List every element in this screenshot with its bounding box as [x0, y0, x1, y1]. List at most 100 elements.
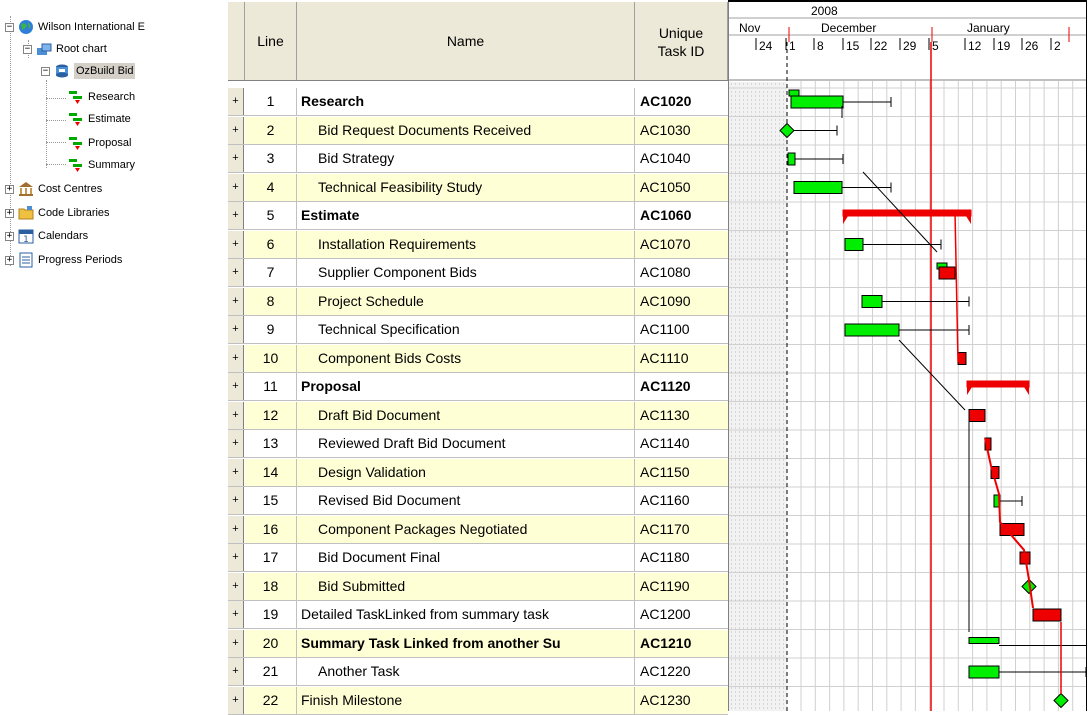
expand-icon[interactable]: + — [5, 208, 14, 218]
row-task-name[interactable]: Bid Submitted — [297, 572, 635, 600]
row-unique-task-id[interactable]: AC1090 — [635, 287, 728, 315]
row-unique-task-id[interactable]: AC1140 — [635, 430, 728, 457]
row-unique-task-id[interactable]: AC1190 — [635, 572, 728, 600]
row-unique-task-id[interactable]: AC1170 — [635, 515, 728, 543]
row-unique-task-id[interactable]: AC1200 — [635, 601, 728, 628]
tree-root[interactable]: − Wilson International E — [5, 19, 145, 35]
column-header-name[interactable]: Name — [297, 2, 635, 80]
row-unique-task-id[interactable]: AC1060 — [635, 202, 728, 229]
row-expand-button[interactable]: + — [228, 173, 244, 201]
tree-item-progress-periods[interactable]: + Progress Periods — [5, 252, 122, 268]
gantt-chart[interactable]: 2008 Nov December January 24 1 8 15 22 29 5 12 19 26 2 — [728, 2, 1086, 711]
table-row[interactable]: +8 Project Schedule AC1090 — [228, 287, 728, 316]
row-unique-task-id[interactable]: AC1070 — [635, 230, 728, 258]
tree-item-estimate[interactable]: Estimate — [68, 111, 131, 127]
row-task-name[interactable]: Technical Specification — [297, 316, 635, 343]
row-task-name[interactable]: Finish Milestone — [297, 686, 635, 714]
row-task-name[interactable]: Reviewed Draft Bid Document — [297, 430, 635, 457]
row-task-name[interactable]: Bid Document Final — [297, 544, 635, 571]
row-task-name[interactable]: Another Task — [297, 658, 635, 685]
table-row[interactable]: +18 Bid Submitted AC1190 — [228, 572, 728, 601]
collapse-icon[interactable]: − — [41, 66, 50, 76]
row-task-name[interactable]: Technical Feasibility Study — [297, 173, 635, 201]
table-row[interactable]: +11 Proposal AC1120 — [228, 373, 728, 401]
row-expand-button[interactable]: + — [228, 572, 244, 600]
row-task-name[interactable]: Estimate — [297, 202, 635, 229]
collapse-icon[interactable]: − — [23, 44, 32, 54]
row-unique-task-id[interactable]: AC1150 — [635, 458, 728, 486]
row-task-name[interactable]: Installation Requirements — [297, 230, 635, 258]
tree-item-code-libraries[interactable]: + Code Libraries — [5, 205, 110, 221]
table-row[interactable]: +19 Detailed TaskLinked from summary task… — [228, 601, 728, 629]
row-expand-button[interactable]: + — [228, 202, 244, 229]
row-unique-task-id[interactable]: AC1180 — [635, 544, 728, 571]
row-task-name[interactable]: Component Packages Negotiated — [297, 515, 635, 543]
row-unique-task-id[interactable]: AC1220 — [635, 658, 728, 685]
row-expand-button[interactable]: + — [228, 658, 244, 685]
table-row[interactable]: +6 Installation Requirements AC1070 — [228, 230, 728, 259]
row-unique-task-id[interactable]: AC1110 — [635, 344, 728, 372]
table-row[interactable]: +13 Reviewed Draft Bid Document AC1140 — [228, 430, 728, 458]
row-unique-task-id[interactable]: AC1050 — [635, 173, 728, 201]
row-unique-task-id[interactable]: AC1100 — [635, 316, 728, 343]
row-task-name[interactable]: Bid Strategy — [297, 145, 635, 172]
table-row[interactable]: +5 Estimate AC1060 — [228, 202, 728, 230]
row-expand-button[interactable]: + — [228, 515, 244, 543]
row-task-name[interactable]: Proposal — [297, 373, 635, 400]
table-row[interactable]: +4 Technical Feasibility Study AC1050 — [228, 173, 728, 202]
tree-item-root-chart[interactable]: − Root chart — [23, 41, 107, 57]
row-expand-button[interactable]: + — [228, 145, 244, 172]
expand-icon[interactable]: + — [5, 255, 14, 265]
column-header-line[interactable]: Line — [245, 2, 297, 80]
row-unique-task-id[interactable]: AC1020 — [635, 88, 728, 115]
row-task-name[interactable]: Design Validation — [297, 458, 635, 486]
row-unique-task-id[interactable]: AC1210 — [635, 629, 728, 657]
row-task-name[interactable]: Research — [297, 88, 635, 115]
table-row[interactable]: +14 Design Validation AC1150 — [228, 458, 728, 487]
row-expand-button[interactable]: + — [228, 230, 244, 258]
table-row[interactable]: +16 Component Packages Negotiated AC1170 — [228, 515, 728, 544]
row-unique-task-id[interactable]: AC1030 — [635, 116, 728, 144]
table-row[interactable]: +22 Finish Milestone AC1230 — [228, 686, 728, 715]
table-row[interactable]: +12 Draft Bid Document AC1130 — [228, 401, 728, 430]
row-expand-button[interactable]: + — [228, 629, 244, 657]
row-task-name[interactable]: Detailed TaskLinked from summary task — [297, 601, 635, 628]
row-expand-button[interactable]: + — [228, 88, 244, 115]
collapse-icon[interactable]: − — [5, 22, 14, 32]
row-unique-task-id[interactable]: AC1130 — [635, 401, 728, 429]
row-task-name[interactable]: Supplier Component Bids — [297, 259, 635, 286]
table-row[interactable]: +9 Technical Specification AC1100 — [228, 316, 728, 344]
table-row[interactable]: +3 Bid Strategy AC1040 — [228, 145, 728, 173]
expand-icon[interactable]: + — [5, 184, 14, 194]
row-unique-task-id[interactable]: AC1120 — [635, 373, 728, 400]
row-expand-button[interactable]: + — [228, 373, 244, 400]
tree-item-calendars[interactable]: + 1 Calendars — [5, 228, 88, 244]
column-header-unique-task-id[interactable]: Unique Task ID — [635, 2, 728, 80]
row-expand-button[interactable]: + — [228, 458, 244, 486]
row-expand-button[interactable]: + — [228, 487, 244, 514]
row-expand-button[interactable]: + — [228, 430, 244, 457]
table-row[interactable]: +1 Research AC1020 — [228, 88, 728, 116]
table-row[interactable]: +15 Revised Bid Document AC1160 — [228, 487, 728, 515]
row-task-name[interactable]: Component Bids Costs — [297, 344, 635, 372]
row-task-name[interactable]: Project Schedule — [297, 287, 635, 315]
tree-item-summary[interactable]: Summary — [68, 157, 135, 173]
task-grid[interactable]: Line Name Unique Task ID +1 Research AC102… — [228, 0, 728, 715]
row-expand-button[interactable]: + — [228, 116, 244, 144]
table-row[interactable]: +7 Supplier Component Bids AC1080 — [228, 259, 728, 287]
row-task-name[interactable]: Summary Task Linked from another Su — [297, 629, 635, 657]
project-tree[interactable]: − Wilson International E − Root chart − … — [0, 0, 228, 711]
row-unique-task-id[interactable]: AC1040 — [635, 145, 728, 172]
row-expand-button[interactable]: + — [228, 344, 244, 372]
table-row[interactable]: +2 Bid Request Documents Received AC1030 — [228, 116, 728, 145]
row-expand-button[interactable]: + — [228, 601, 244, 628]
row-expand-button[interactable]: + — [228, 401, 244, 429]
row-unique-task-id[interactable]: AC1080 — [635, 259, 728, 286]
row-task-name[interactable]: Bid Request Documents Received — [297, 116, 635, 144]
row-expand-button[interactable]: + — [228, 287, 244, 315]
row-expand-button[interactable]: + — [228, 686, 244, 714]
expand-icon[interactable]: + — [5, 231, 14, 241]
row-task-name[interactable]: Revised Bid Document — [297, 487, 635, 514]
row-expand-button[interactable]: + — [228, 544, 244, 571]
tree-item-proposal[interactable]: Proposal — [68, 135, 131, 151]
